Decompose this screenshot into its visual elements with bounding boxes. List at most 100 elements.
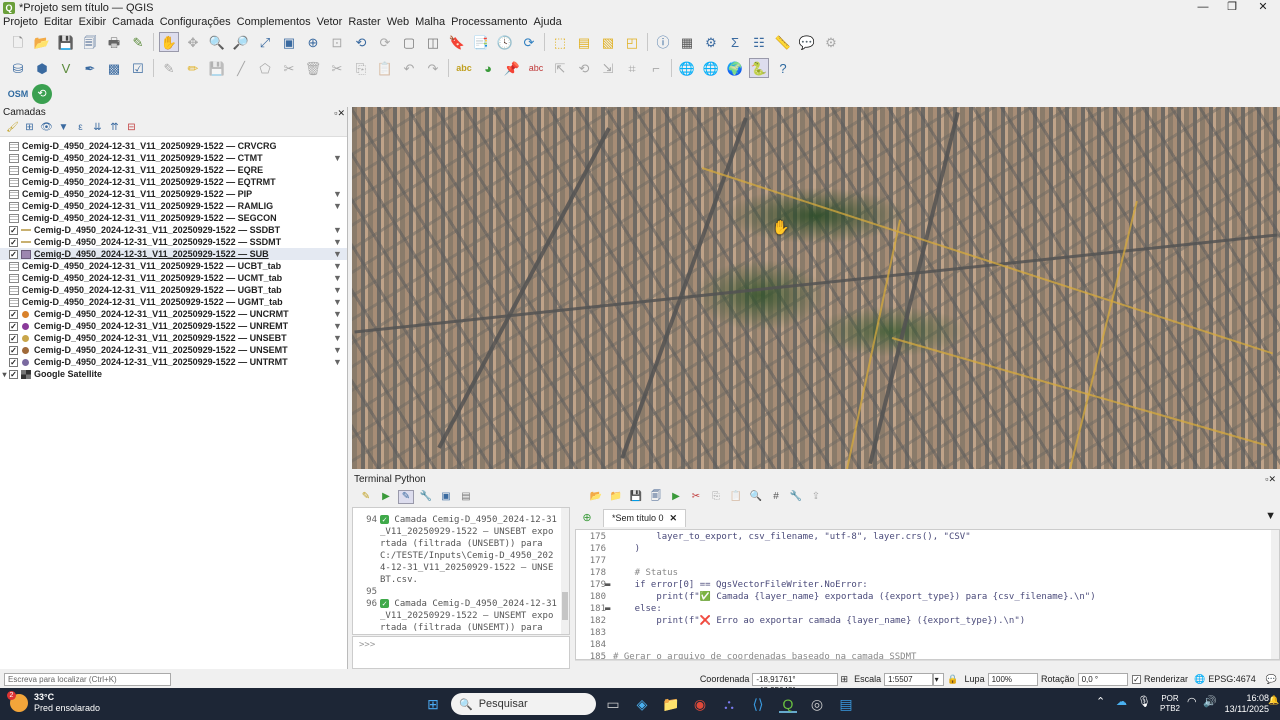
panel-close-button[interactable]: ▫✕ xyxy=(334,107,345,119)
microphone-icon[interactable]: 🎙 xyxy=(1137,695,1151,708)
deselect-icon[interactable]: ▧ xyxy=(598,32,618,52)
layer-item[interactable]: ▾ ✓ Google Satellite xyxy=(0,368,347,380)
pan-icon[interactable]: ✋ xyxy=(159,32,179,52)
label-props-icon[interactable]: ⌗ xyxy=(622,58,642,78)
filter-icon[interactable]: ▼ xyxy=(333,321,342,331)
open-script-icon[interactable]: 📂 xyxy=(588,490,604,504)
copilot-icon[interactable]: ◈ xyxy=(633,695,651,713)
paste-features-icon[interactable]: 📋 xyxy=(375,58,395,78)
language-indicator[interactable]: POR PTB2 xyxy=(1160,694,1180,714)
windows-start-icon[interactable]: ⊞ xyxy=(424,695,442,713)
crs-icon[interactable]: 🌐 xyxy=(1194,674,1205,685)
filter-icon[interactable]: ▼ xyxy=(333,285,342,295)
delete-selected-icon[interactable]: 🗑 xyxy=(303,58,323,78)
menu-processamento[interactable]: Processamento xyxy=(448,16,530,28)
zoom-last-icon[interactable]: ⟲ xyxy=(351,32,371,52)
locator-input[interactable]: Escreva para localizar (Ctrl+K) xyxy=(4,672,172,686)
close-tab-icon[interactable]: ✕ xyxy=(670,513,678,523)
layer-item[interactable]: ✓ Cemig-D_4950_2024-12-31_V11_20250929-15… xyxy=(0,320,347,332)
layer-item[interactable]: Cemig-D_4950_2024-12-31_V11_20250929-152… xyxy=(0,152,347,164)
layer-visibility-checkbox[interactable]: ✓ xyxy=(9,249,18,259)
filter-icon[interactable]: ▼ xyxy=(333,201,342,211)
vertex-tool-icon[interactable]: ⬠ xyxy=(255,58,275,78)
attribute-table-icon[interactable]: ▦ xyxy=(677,32,697,52)
layer-item[interactable]: Cemig-D_4950_2024-12-31_V11_20250929-152… xyxy=(0,212,347,224)
table-view-icon[interactable]: ☷ xyxy=(749,32,769,52)
new-geopackage-icon[interactable]: ⬢ xyxy=(32,58,52,78)
metasearch-2-icon[interactable]: 🌐 xyxy=(701,58,721,78)
share-plugin-icon[interactable]: ⟲ xyxy=(32,84,52,104)
label-icon[interactable]: abc xyxy=(454,58,474,78)
find-icon[interactable]: 🔍 xyxy=(748,490,764,504)
editor-scrollbar[interactable] xyxy=(1271,530,1279,659)
expand-all-icon[interactable]: ⇊ xyxy=(90,121,105,135)
filter-icon[interactable]: ▼ xyxy=(333,357,342,367)
maximize-button[interactable]: ❐ xyxy=(1215,0,1249,15)
menu-projeto[interactable]: Projeto xyxy=(0,16,41,28)
temporal-icon[interactable]: 🕓 xyxy=(495,32,515,52)
digitize-icon[interactable]: ╱ xyxy=(231,58,251,78)
extents-toggle-icon[interactable]: ⊞ xyxy=(841,674,849,685)
comment-icon[interactable]: # xyxy=(768,490,784,504)
layer-item[interactable]: ✓ Cemig-D_4950_2024-12-31_V11_20250929-15… xyxy=(0,224,347,236)
rotation-field[interactable]: 0,0 ° xyxy=(1077,672,1129,686)
filter-icon[interactable]: ▼ xyxy=(333,273,342,283)
console-scrollbar[interactable] xyxy=(561,508,569,634)
layer-item[interactable]: Cemig-D_4950_2024-12-31_V11_20250929-152… xyxy=(0,272,347,284)
render-checkbox[interactable]: ✓ xyxy=(1132,674,1142,684)
copy-features-icon[interactable]: ⎘ xyxy=(351,58,371,78)
zoom-layer-icon[interactable]: ⊕ xyxy=(303,32,323,52)
onedrive-icon[interactable]: ☁ xyxy=(1116,695,1127,708)
filter-icon[interactable]: ▼ xyxy=(333,225,342,235)
menu-complementos[interactable]: Complementos xyxy=(234,16,314,28)
filter-icon[interactable]: ▼ xyxy=(333,237,342,247)
menu-malha[interactable]: Malha xyxy=(412,16,448,28)
layer-visibility-checkbox[interactable]: ✓ xyxy=(9,333,18,343)
weather-widget[interactable]: 2 33°C Pred ensolarado xyxy=(7,691,100,714)
layer-visibility-checkbox[interactable]: ✓ xyxy=(9,345,18,355)
layer-item[interactable]: ✓ Cemig-D_4950_2024-12-31_V11_20250929-15… xyxy=(0,248,347,260)
menu-ajuda[interactable]: Ajuda xyxy=(531,16,565,28)
menu-configuracoes[interactable]: Configurações xyxy=(157,16,234,28)
layer-item[interactable]: Cemig-D_4950_2024-12-31_V11_20250929-152… xyxy=(0,140,347,152)
messages-icon[interactable]: 💬 xyxy=(1266,674,1277,685)
layer-item[interactable]: Cemig-D_4950_2024-12-31_V11_20250929-152… xyxy=(0,200,347,212)
layer-item[interactable]: ✓ Cemig-D_4950_2024-12-31_V11_20250929-15… xyxy=(0,356,347,368)
zoom-next-icon[interactable]: ⟳ xyxy=(375,32,395,52)
file-explorer-icon[interactable]: 📁 xyxy=(662,695,680,713)
bookmarks-icon[interactable]: 📑 xyxy=(471,32,491,52)
close-button[interactable]: ✕ xyxy=(1246,0,1280,15)
clock[interactable]: 16:08 13/11/2025 xyxy=(1221,693,1269,715)
add-group-icon[interactable]: ⊞ xyxy=(22,121,37,135)
filter-icon[interactable]: ▼ xyxy=(333,261,342,271)
layer-diagram-icon[interactable]: ◕ xyxy=(478,58,498,78)
show-labels-icon[interactable]: abc xyxy=(526,58,546,78)
show-editor-icon[interactable]: ✎ xyxy=(398,490,414,504)
quickmap-icon[interactable]: 🌍 xyxy=(725,58,745,78)
new-project-icon[interactable]: 🗋 xyxy=(8,32,28,52)
select-location-icon[interactable]: ◰ xyxy=(622,32,642,52)
lock-scale-icon[interactable]: 🔒 xyxy=(947,674,958,685)
cut-features-icon[interactable]: ✂ xyxy=(327,58,347,78)
save-as-icon[interactable]: 🗐 xyxy=(80,32,100,52)
layer-visibility-checkbox[interactable]: ✓ xyxy=(9,321,18,331)
menu-vetor[interactable]: Vetor xyxy=(314,16,346,28)
identify-icon[interactable]: ⓘ xyxy=(653,32,673,52)
undo-icon[interactable]: ↶ xyxy=(399,58,419,78)
coordinate-field[interactable]: -18,91761° -48,25648° xyxy=(752,672,838,695)
add-vector-icon[interactable]: V xyxy=(56,58,76,78)
zoom-native-icon[interactable]: ⊡ xyxy=(327,32,347,52)
collapse-all-icon[interactable]: ⇈ xyxy=(107,121,122,135)
map-tips-icon[interactable]: 💬 xyxy=(797,32,817,52)
statistics-icon[interactable]: Σ xyxy=(725,32,745,52)
crs-button[interactable]: EPSG:4674 xyxy=(1208,674,1256,684)
layer-visibility-checkbox[interactable]: ✓ xyxy=(9,357,18,367)
pan-to-selection-icon[interactable]: ✥ xyxy=(183,32,203,52)
object-inspector-icon[interactable]: 🔧 xyxy=(788,490,804,504)
refresh-icon[interactable]: ⟳ xyxy=(519,32,539,52)
layer-visibility-checkbox[interactable]: ✓ xyxy=(9,225,18,235)
expand-arrow-icon[interactable]: ▾ xyxy=(0,370,9,379)
object-list-icon[interactable]: ⊕ xyxy=(579,511,595,525)
python-console-icon[interactable]: 🐍 xyxy=(749,58,769,78)
remove-layer-icon[interactable]: ⊟ xyxy=(124,121,139,135)
